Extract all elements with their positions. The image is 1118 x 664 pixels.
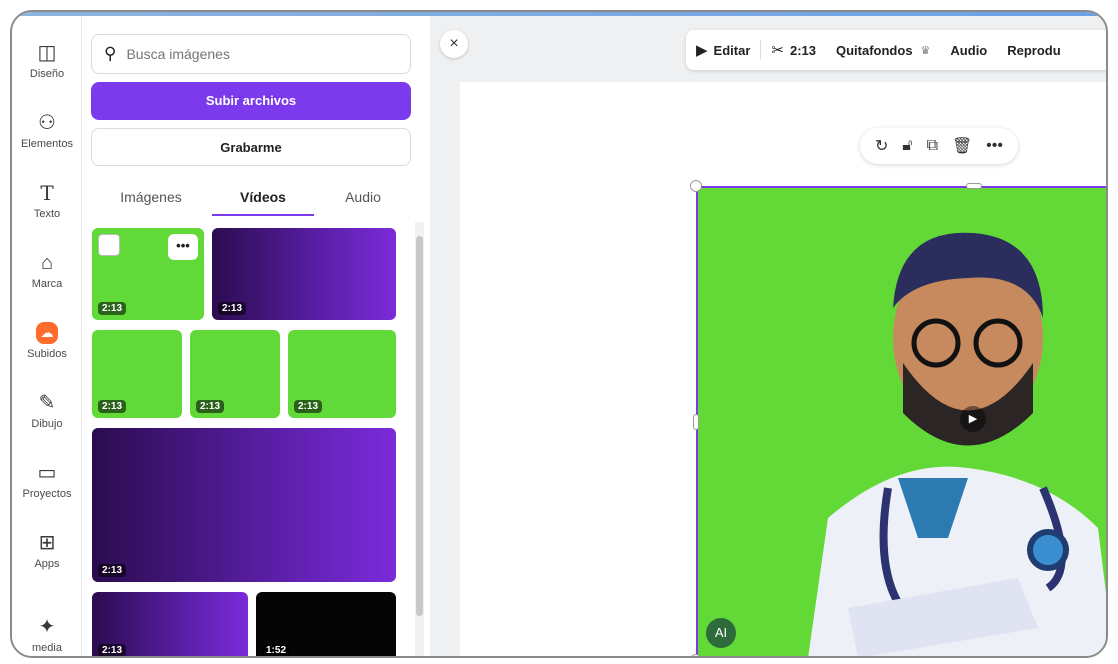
element-floating-toolbar: ↻ 🔓︎ ⧉ 🗑︎ ••• <box>860 128 1018 164</box>
rail-item-label: Apps <box>34 558 60 570</box>
rail-item-elementos[interactable]: ⚇ Elementos <box>12 94 82 158</box>
rail-item-label: Marca <box>31 278 63 290</box>
rail-item-marca[interactable]: ⌂ Marca <box>12 234 82 298</box>
rail-item-label: Texto <box>33 208 61 220</box>
resize-handle-top-left[interactable] <box>690 180 702 192</box>
select-checkbox[interactable] <box>98 234 120 256</box>
app-window: ◫ Diseño ⚇ Elementos T Texto ⌂ Marca ☁ S… <box>10 10 1108 658</box>
text-icon: T <box>40 181 54 205</box>
search-icon: ⚲ <box>104 44 117 63</box>
video-duration: 2:13 <box>196 400 225 413</box>
left-rail: ◫ Diseño ⚇ Elementos T Texto ⌂ Marca ☁ S… <box>12 16 82 656</box>
search-input[interactable] <box>126 46 377 62</box>
rail-item-label: media <box>32 642 62 654</box>
video-duration: 2:13 <box>98 644 127 656</box>
video-duration: 2:13 <box>98 400 127 413</box>
video-duration: 1:52 <box>262 644 291 656</box>
brand-icon: ⌂ <box>40 252 54 274</box>
rail-item-dibujo[interactable]: ✎ Dibujo <box>12 374 82 438</box>
trim-button[interactable]: ✂ 2:13 <box>761 41 826 59</box>
resize-handle-top[interactable] <box>966 183 982 189</box>
upload-files-button[interactable]: Subir archivos <box>91 82 411 120</box>
editor-canvas: × ▶ Editar ✂ 2:13 Quitafondos ♛ Audio Re… <box>430 16 1106 658</box>
tab-videos[interactable]: Vídeos <box>212 182 314 216</box>
rail-item-proyectos[interactable]: ▭ Proyectos <box>12 444 82 508</box>
tab-audio[interactable]: Audio <box>323 182 403 216</box>
shapes-icon: ⚇ <box>38 112 56 134</box>
edit-label: Editar <box>713 42 751 58</box>
video-thumbnail[interactable]: 2:13 <box>212 228 396 320</box>
rail-item-apps[interactable]: ⊞ Apps <box>12 514 82 578</box>
uploads-panel: ⚲ Subir archivos Grabarme Imágenes Vídeo… <box>82 16 430 656</box>
playback-label: Reprodu <box>1007 42 1061 58</box>
video-thumbnail[interactable]: 2:13 <box>92 592 248 656</box>
close-panel-button[interactable]: × <box>440 30 468 58</box>
tab-images[interactable]: Imágenes <box>101 182 201 216</box>
layout-icon: ◫ <box>37 42 57 64</box>
audio-label: Audio <box>950 42 988 58</box>
search-box[interactable]: ⚲ <box>91 34 411 74</box>
video-duration: 2:13 <box>218 302 247 315</box>
rail-item-subidos[interactable]: ☁ Subidos <box>12 304 82 368</box>
trash-icon[interactable]: 🗑︎ <box>952 136 972 156</box>
play-icon[interactable]: ▶ <box>960 406 986 432</box>
video-thumbnail[interactable]: ••• 2:13 <box>92 228 204 320</box>
resize-handle-bottom[interactable] <box>966 657 982 658</box>
crown-icon: ♛ <box>920 44 931 57</box>
rail-item-diseno[interactable]: ◫ Diseño <box>12 24 82 88</box>
rail-item-media[interactable]: ✦ media <box>12 598 82 656</box>
background-remover-button[interactable]: Quitafondos ♛ <box>826 43 940 58</box>
video-duration: 2:13 <box>98 564 127 577</box>
more-icon[interactable]: ••• <box>986 137 1003 155</box>
lock-icon[interactable]: 🔓︎ <box>902 137 912 155</box>
rail-item-texto[interactable]: T Texto <box>12 164 82 228</box>
duplicate-icon[interactable]: ⧉ <box>927 137 938 155</box>
scissors-icon: ✂ <box>771 42 784 59</box>
video-thumbnail[interactable]: 2:13 <box>92 428 396 582</box>
video-thumbnail[interactable]: 2:13 <box>190 330 280 418</box>
magic-media-icon: ✦ <box>38 616 56 638</box>
more-options-button[interactable]: ••• <box>168 234 198 260</box>
apps-icon: ⊞ <box>38 532 56 554</box>
video-duration: 2:13 <box>294 400 323 413</box>
folder-icon: ▭ <box>37 462 57 484</box>
video-thumbnail[interactable]: 1:52 <box>256 592 396 656</box>
resize-handle-left[interactable] <box>693 414 699 430</box>
cloud-upload-icon: ☁ <box>36 322 58 344</box>
selected-video-element[interactable]: ▶ AI <box>696 186 1106 656</box>
video-thumbnail[interactable]: 2:13 <box>288 330 396 418</box>
bg-remover-label: Quitafondos <box>836 42 913 58</box>
record-yourself-button[interactable]: Grabarme <box>91 128 411 166</box>
rail-item-label: Proyectos <box>22 488 72 500</box>
doctor-illustration <box>698 188 1106 656</box>
media-tabs: Imágenes Vídeos Audio <box>91 182 411 216</box>
ai-badge: AI <box>706 618 736 648</box>
trim-duration: 2:13 <box>789 42 816 58</box>
playback-button[interactable]: Reprodu <box>997 43 1070 58</box>
play-box-icon: ▶ <box>696 42 708 59</box>
scrollbar-thumb[interactable] <box>416 236 423 616</box>
audio-button[interactable]: Audio <box>940 43 997 58</box>
video-thumbnail[interactable]: 2:13 <box>92 330 182 418</box>
panel-scrollbar[interactable] <box>415 222 424 656</box>
rail-item-label: Subidos <box>27 348 67 360</box>
rail-item-label: Elementos <box>21 138 73 150</box>
rail-item-label: Diseño <box>29 68 65 80</box>
video-duration: 2:13 <box>98 302 127 315</box>
rotate-icon[interactable]: ↻ <box>875 136 888 156</box>
rail-item-label: Dibujo <box>31 418 63 430</box>
video-toolbar: ▶ Editar ✂ 2:13 Quitafondos ♛ Audio Repr… <box>686 30 1106 70</box>
edit-video-button[interactable]: ▶ Editar <box>686 41 760 59</box>
pen-icon: ✎ <box>38 392 56 414</box>
